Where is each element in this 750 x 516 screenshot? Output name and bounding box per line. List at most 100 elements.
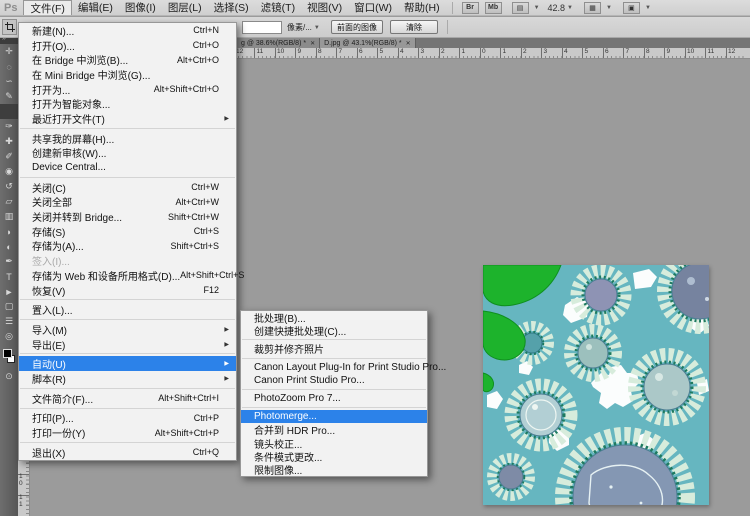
tool-button[interactable]: ► [0, 284, 18, 299]
file-menu-item[interactable]: 签入(I)... ▶ [19, 253, 236, 268]
file-menu-item[interactable]: 存储(S) Ctrl+S ▶ [19, 224, 236, 239]
file-menu-item[interactable]: 脚本(R) ▶ [19, 371, 236, 386]
automate-submenu-item[interactable]: 限制图像... [241, 463, 427, 476]
tool-button[interactable]: ✎ [0, 89, 18, 104]
document-tab[interactable]: g @ 38.6%(RGB/8) * ✕ [237, 38, 320, 48]
document-tab-title: D.jpg @ 43.1%(RGB/8) * [324, 40, 402, 47]
file-menu-item[interactable]: 自动(U) ▶ [19, 356, 236, 371]
tool-button[interactable]: ◎ [0, 329, 18, 344]
automate-submenu-item[interactable]: 条件模式更改... [241, 450, 427, 463]
menubar-item[interactable]: 文件(F) [23, 0, 71, 15]
automate-submenu-item[interactable]: 裁剪并修齐照片 [241, 342, 427, 355]
tool-button[interactable]: ✛ [0, 44, 18, 59]
tool-button[interactable]: ◌ [0, 59, 18, 74]
tool-button[interactable]: ✑ [0, 119, 18, 134]
menubar-item[interactable]: 帮助(H) [398, 0, 446, 15]
tool-button[interactable]: ▥ [0, 209, 18, 224]
foreground-color-swatch[interactable] [3, 349, 12, 358]
file-menu-item[interactable]: 创建新审核(W)... ▶ [19, 146, 236, 161]
menu-item-label: 存储(S) [32, 224, 65, 239]
file-menu-item[interactable]: Device Central... ▶ [19, 160, 236, 175]
file-menu-item[interactable]: 新建(N)... Ctrl+N ▶ [19, 23, 236, 38]
file-menu-item[interactable]: 关闭全部 Alt+Ctrl+W ▶ [19, 195, 236, 210]
file-menu-item[interactable]: 打开为... Alt+Shift+Ctrl+O ▶ [19, 82, 236, 97]
file-menu-item[interactable]: 退出(X) Ctrl+Q ▶ [19, 445, 236, 460]
file-menu-item[interactable]: 在 Mini Bridge 中浏览(G)... ▶ [19, 67, 236, 82]
file-menu-item[interactable]: 导出(E) ▶ [19, 337, 236, 352]
automate-submenu-item[interactable]: PhotoZoom Pro 7... [241, 392, 427, 405]
automate-submenu-item[interactable]: 镜头校正... [241, 437, 427, 450]
tool-button[interactable]: ☰ [0, 314, 18, 329]
file-menu-item[interactable]: 打开(O)... Ctrl+O ▶ [19, 38, 236, 53]
tool-button[interactable]: ∽ [0, 74, 18, 89]
tool-icon: ✎ [5, 91, 13, 102]
menubar-item-label: 文件(F) [30, 1, 64, 16]
menu-item-shortcut: Ctrl+W [191, 182, 219, 192]
mini-bridge-icon[interactable]: Mb [485, 2, 502, 14]
front-image-button[interactable]: 前面的图像 [331, 20, 383, 34]
clear-button[interactable]: 清除 [390, 20, 438, 34]
tool-button[interactable]: ✐ [0, 149, 18, 164]
tool-button[interactable]: ▱ [0, 194, 18, 209]
ruler-number: 9 [664, 48, 685, 59]
menubar-item[interactable]: 视图(V) [301, 0, 348, 15]
menubar-item[interactable]: 图像(I) [119, 0, 162, 15]
tool-button[interactable]: ◉ [0, 164, 18, 179]
menubar-item[interactable]: 选择(S) [208, 0, 255, 15]
tool-button[interactable] [0, 104, 18, 119]
file-menu-item[interactable]: 在 Bridge 中浏览(B)... Alt+Ctrl+O ▶ [19, 52, 236, 67]
tool-icon: ▱ [6, 196, 13, 207]
menubar-item[interactable]: 窗口(W) [348, 0, 398, 15]
menu-item-label: 导出(E) [32, 337, 65, 352]
view-extras-dropdown[interactable]: ▤ ▼ [509, 2, 540, 14]
close-icon[interactable]: ✕ [310, 40, 315, 47]
tool-button[interactable]: ◐ [0, 239, 18, 254]
menu-item-label: 打开为智能对象... [32, 96, 110, 111]
screen-mode-dropdown[interactable]: ▣ ▼ [620, 2, 651, 14]
file-menu-item[interactable]: 恢复(V) F12 ▶ [19, 283, 236, 298]
tool-button[interactable]: ✚ [0, 134, 18, 149]
file-menu-item[interactable]: 存储为 Web 和设备所用格式(D)... Alt+Shift+Ctrl+S ▶ [19, 268, 236, 283]
zoom-level-dropdown[interactable]: 42.8 ▼ [548, 3, 573, 13]
file-menu-item[interactable]: 最近打开文件(T) ▶ [19, 111, 236, 126]
automate-submenu-item[interactable]: 合并到 HDR Pro... [241, 423, 427, 436]
file-menu-item[interactable]: 打印(P)... Ctrl+P ▶ [19, 411, 236, 426]
file-menu-item[interactable]: 关闭并转到 Bridge... Shift+Ctrl+W ▶ [19, 209, 236, 224]
tool-button[interactable]: ◗ [0, 224, 18, 239]
file-menu-item[interactable]: 关闭(C) Ctrl+W ▶ [19, 180, 236, 195]
tool-button[interactable]: T [0, 269, 18, 284]
automate-submenu-item[interactable]: 批处理(B)... [241, 311, 427, 324]
ruler-number: 10 [275, 48, 296, 59]
crop-width-input[interactable] [242, 21, 282, 34]
automate-submenu-item[interactable]: 创建快捷批处理(C)... [241, 324, 427, 337]
tool-icon: ☰ [5, 316, 13, 327]
file-menu-item[interactable]: 打开为智能对象... ▶ [19, 96, 236, 111]
menubar-item[interactable]: 编辑(E) [72, 0, 119, 15]
document-image[interactable] [483, 265, 709, 505]
document-tab[interactable]: D.jpg @ 43.1%(RGB/8) * ✕ [320, 38, 416, 48]
tool-button[interactable]: ✒ [0, 254, 18, 269]
file-menu-item[interactable]: 存储为(A)... Shift+Ctrl+S ▶ [19, 239, 236, 254]
automate-submenu-item[interactable]: Photomerge... [241, 410, 427, 423]
file-menu-item[interactable]: 导入(M) ▶ [19, 322, 236, 337]
automate-submenu-item[interactable]: Canon Print Studio Pro... [241, 374, 427, 387]
arrange-documents-dropdown[interactable]: ▦ ▼ [581, 2, 612, 14]
tool-button[interactable]: ▢ [0, 299, 18, 314]
close-icon[interactable]: ✕ [406, 40, 411, 47]
tool-preset-picker[interactable] [2, 19, 17, 35]
tool-button[interactable]: ↺ [0, 179, 18, 194]
file-menu-item[interactable]: 文件简介(F)... Alt+Shift+Ctrl+I ▶ [19, 391, 236, 406]
automate-submenu-item[interactable]: Canon Layout Plug-In for Print Studio Pr… [241, 361, 427, 374]
ruler-number: 11 [254, 48, 275, 59]
quick-mask-icon[interactable]: ⊙ [0, 371, 18, 382]
menubar-divider [452, 2, 453, 14]
file-menu-item[interactable]: 打印一份(Y) Alt+Shift+Ctrl+P ▶ [19, 425, 236, 440]
menubar-item[interactable]: 滤镜(T) [255, 0, 301, 15]
menu-item-label: 在 Bridge 中浏览(B)... [32, 52, 128, 67]
file-menu-item[interactable]: 置入(L)... ▶ [19, 302, 236, 317]
bridge-launch-icon[interactable]: Br [462, 2, 479, 14]
color-swatches[interactable] [0, 346, 18, 368]
file-menu-item[interactable]: 共享我的屏幕(H)... ▶ [19, 131, 236, 146]
menubar-item[interactable]: 图层(L) [162, 0, 208, 15]
unit-dropdown[interactable]: 像素/... ▼ [287, 22, 320, 33]
